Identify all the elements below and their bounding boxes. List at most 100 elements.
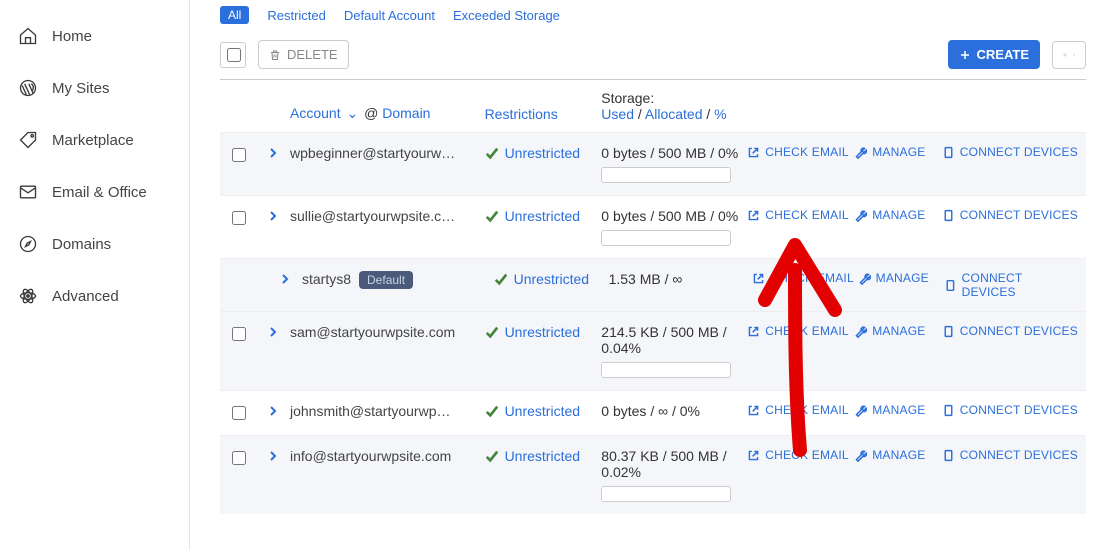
delete-button[interactable]: DELETE — [258, 40, 349, 69]
expand-toggle[interactable] — [268, 403, 290, 419]
filter-tabs: All Restricted Default Account Exceeded … — [220, 0, 1086, 34]
header-allocated[interactable]: Allocated — [645, 106, 703, 122]
restriction-link[interactable]: Unrestricted — [485, 145, 580, 161]
chevron-right-icon — [268, 327, 278, 337]
account-email: sam@startyourwpsite.com — [290, 324, 455, 340]
row-checkbox[interactable] — [232, 451, 246, 465]
chevron-right-icon — [268, 451, 278, 461]
restriction-text: Unrestricted — [514, 271, 589, 287]
device-icon — [942, 449, 955, 462]
connect-devices-button[interactable]: CONNECT DEVICES — [942, 145, 1078, 159]
expand-toggle[interactable] — [268, 208, 290, 224]
manage-button[interactable]: MANAGE — [854, 448, 925, 462]
manage-button[interactable]: MANAGE — [854, 208, 925, 222]
manage-button[interactable]: MANAGE — [854, 324, 925, 338]
filter-restricted[interactable]: Restricted — [267, 8, 326, 23]
check-email-button[interactable]: CHECK EMAIL — [747, 324, 849, 338]
nav-my-sites[interactable]: My Sites — [0, 62, 189, 114]
storage-bar — [601, 167, 731, 183]
external-link-icon — [747, 404, 760, 417]
storage-cell: 0 bytes / 500 MB / 0% — [601, 208, 747, 246]
header-restrictions[interactable]: Restrictions — [485, 106, 558, 122]
restriction-link[interactable]: Unrestricted — [485, 324, 580, 340]
manage-button[interactable]: MANAGE — [858, 271, 929, 285]
check-email-button[interactable]: CHECK EMAIL — [747, 403, 849, 417]
nav-advanced[interactable]: Advanced — [0, 270, 189, 322]
connect-devices-button[interactable]: CONNECT DEVICES — [942, 324, 1078, 338]
row-checkbox[interactable] — [232, 148, 246, 162]
filter-exceeded-storage[interactable]: Exceeded Storage — [453, 8, 560, 23]
storage-text: 1.53 MB / ∞ — [609, 271, 753, 287]
nav-label: Advanced — [52, 288, 119, 305]
manage-button[interactable]: MANAGE — [854, 145, 925, 159]
expand-toggle[interactable] — [268, 145, 290, 161]
row-checkbox[interactable] — [232, 327, 246, 341]
sidebar: Home My Sites Marketplace Email & Office… — [0, 0, 190, 550]
table-row: startys8DefaultUnrestricted1.53 MB / ∞CH… — [220, 258, 1086, 311]
check-email-button[interactable]: CHECK EMAIL — [747, 208, 849, 222]
filter-all[interactable]: All — [220, 6, 249, 24]
chevron-right-icon — [280, 274, 290, 284]
wrench-icon — [854, 325, 867, 338]
external-link-icon — [747, 146, 760, 159]
table-row: sullie@startyourwpsite.c…Unrestricted0 b… — [220, 195, 1086, 258]
expand-toggle[interactable] — [268, 448, 290, 464]
expand-toggle[interactable] — [280, 271, 302, 287]
header-domain[interactable]: Domain — [382, 105, 430, 121]
table-header: Account ⌄ @ Domain Restrictions Storage:… — [220, 80, 1086, 132]
chevron-right-icon — [268, 406, 278, 416]
check-email-button[interactable]: CHECK EMAIL — [747, 145, 849, 159]
row-checkbox[interactable] — [232, 211, 246, 225]
header-storage-label: Storage: — [601, 90, 747, 106]
restriction-link[interactable]: Unrestricted — [485, 208, 580, 224]
table-row: johnsmith@startyourwp… Unrestricted 0 byte… — [220, 390, 1086, 435]
check-icon — [485, 449, 499, 463]
settings-button[interactable] — [1052, 41, 1086, 69]
expand-toggle[interactable] — [268, 324, 290, 340]
header-percent[interactable]: % — [714, 106, 726, 122]
restriction-link[interactable]: Unrestricted — [494, 271, 589, 287]
connect-devices-button[interactable]: CONNECT DEVICES — [942, 403, 1078, 417]
storage-text: 214.5 KB / 500 MB / 0.04% — [601, 324, 747, 356]
restriction-link[interactable]: Unrestricted — [485, 448, 580, 464]
nav-email-office[interactable]: Email & Office — [0, 166, 189, 218]
storage-cell: 0 bytes / ∞ / 0% — [601, 403, 747, 419]
external-link-icon — [747, 449, 760, 462]
select-all-checkbox[interactable] — [227, 48, 241, 62]
nav-domains[interactable]: Domains — [0, 218, 189, 270]
restriction-link[interactable]: Unrestricted — [485, 403, 580, 419]
account-email: startys8 — [302, 271, 351, 287]
check-email-button[interactable]: CHECK EMAIL — [747, 448, 849, 462]
account-email: johnsmith@startyourwp… — [290, 403, 451, 419]
connect-devices-button[interactable]: CONNECT DEVICES — [942, 208, 1078, 222]
connect-devices-button[interactable]: CONNECT DEVICES — [942, 448, 1078, 462]
nav-label: Email & Office — [52, 184, 147, 201]
table-row: wpbeginner@startyourw…Unrestricted0 byte… — [220, 132, 1086, 195]
connect-devices-button[interactable]: CONNECT DEVICES — [944, 271, 1078, 299]
header-account[interactable]: Account ⌄ — [290, 105, 360, 121]
device-icon — [942, 209, 955, 222]
restriction-text: Unrestricted — [505, 208, 580, 224]
nav-marketplace[interactable]: Marketplace — [0, 114, 189, 166]
filter-default-account[interactable]: Default Account — [344, 8, 435, 23]
select-all-wrap[interactable] — [220, 42, 246, 68]
storage-text: 0 bytes / 500 MB / 0% — [601, 145, 747, 161]
nav-home[interactable]: Home — [0, 10, 189, 62]
restriction-text: Unrestricted — [505, 324, 580, 340]
check-icon — [485, 325, 499, 339]
manage-button[interactable]: MANAGE — [854, 403, 925, 417]
storage-text: 80.37 KB / 500 MB / 0.02% — [601, 448, 747, 480]
account-email: info@startyourwpsite.com — [290, 448, 451, 464]
storage-cell: 0 bytes / 500 MB / 0% — [601, 145, 747, 183]
row-checkbox[interactable] — [232, 406, 246, 420]
check-email-button[interactable]: CHECK EMAIL — [752, 271, 854, 285]
storage-bar — [601, 486, 731, 502]
header-used[interactable]: Used — [601, 106, 634, 122]
storage-text: 0 bytes / 500 MB / 0% — [601, 208, 747, 224]
toolbar: DELETE CREATE — [220, 34, 1086, 80]
device-icon — [942, 404, 955, 417]
device-icon — [944, 279, 957, 292]
create-button[interactable]: CREATE — [948, 40, 1040, 69]
header-at: @ — [364, 105, 378, 121]
check-icon — [485, 404, 499, 418]
